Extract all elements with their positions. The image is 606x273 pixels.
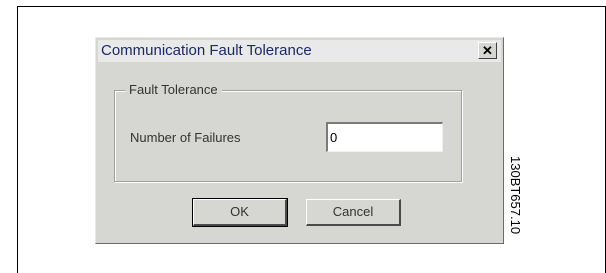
title-bar: Communication Fault Tolerance ✕ <box>98 40 501 62</box>
cancel-button[interactable]: Cancel <box>306 199 401 226</box>
ok-button[interactable]: OK <box>192 198 288 227</box>
number-of-failures-label: Number of Failures <box>130 130 241 145</box>
figure-code-wrap: 130BT657.10 <box>508 156 524 246</box>
figure-code: 130BT657.10 <box>508 156 523 235</box>
group-label: Fault Tolerance <box>125 82 222 97</box>
number-of-failures-input[interactable] <box>326 122 443 152</box>
communication-fault-tolerance-dialog: Communication Fault Tolerance ✕ Fault To… <box>95 37 504 244</box>
dialog-title: Communication Fault Tolerance <box>101 42 312 59</box>
close-icon: ✕ <box>482 43 493 58</box>
close-button[interactable]: ✕ <box>478 42 497 59</box>
fault-tolerance-group: Fault Tolerance Number of Failures <box>114 82 462 182</box>
